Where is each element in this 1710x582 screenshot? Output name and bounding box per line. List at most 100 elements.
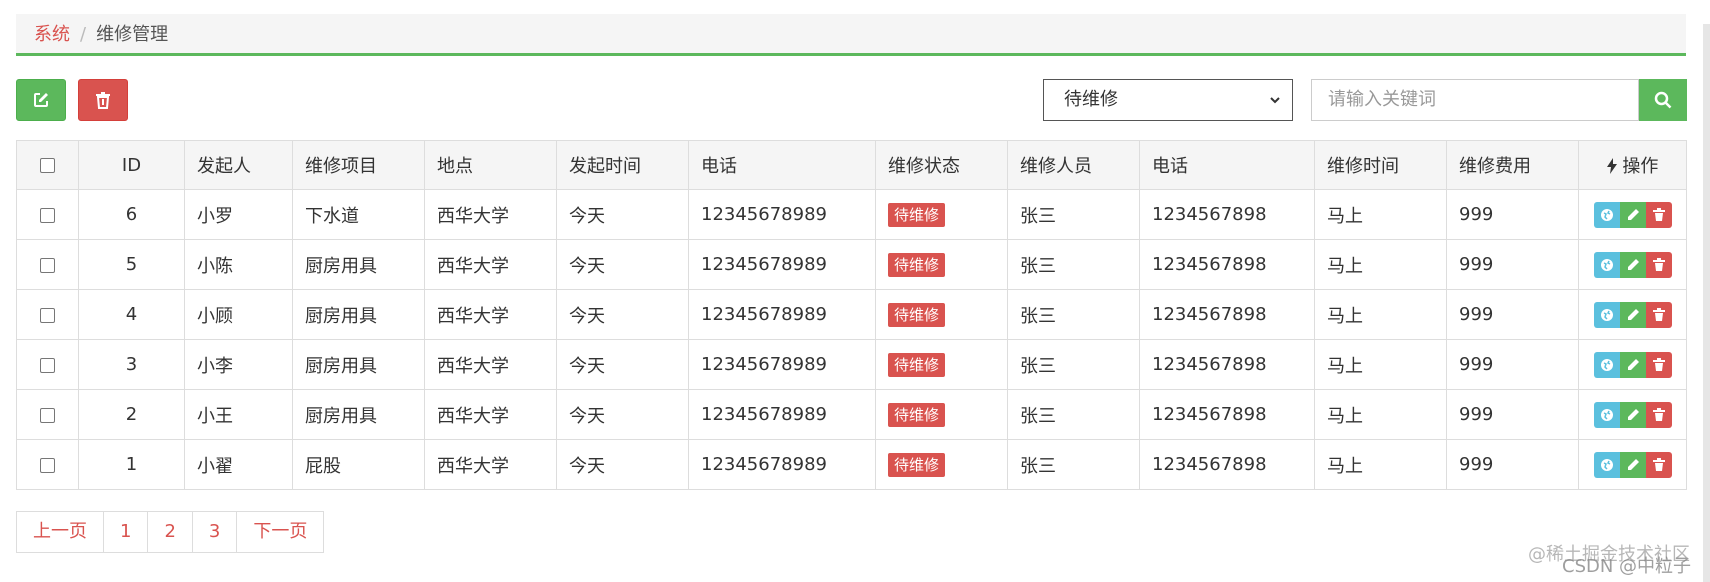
cell-cost: 999 <box>1446 189 1579 240</box>
select-all-checkbox[interactable] <box>40 158 55 173</box>
trash-icon <box>1652 257 1665 271</box>
row-checkbox[interactable] <box>40 307 55 323</box>
page-scrollbar[interactable] <box>1703 24 1710 582</box>
delete-button[interactable] <box>1645 451 1672 478</box>
cell-id: 1 <box>78 439 185 490</box>
cell-repair-time: 马上 <box>1314 289 1447 340</box>
status-filter-select[interactable]: 待维修 <box>1043 79 1293 121</box>
edit-button[interactable] <box>1619 351 1646 378</box>
view-button[interactable] <box>1593 451 1620 478</box>
cell-id: 3 <box>78 339 185 390</box>
delete-button[interactable] <box>1645 251 1672 278</box>
table-row: 3 小李 厨房用具 西华大学 今天 12345678989 待维修 张三 1234567898 马… <box>16 339 1687 390</box>
cell-phone: 12345678989 <box>688 439 876 490</box>
table-row: 6 小罗 下水道 西华大学 今天 12345678989 待维修 张三 1234567898 马上… <box>16 189 1687 240</box>
row-checkbox[interactable] <box>40 457 55 473</box>
cell-item: 厨房用具 <box>292 289 425 340</box>
next-page-link[interactable]: 下一页 <box>236 512 323 552</box>
header-cost: 维修费用 <box>1446 140 1579 190</box>
pencil-icon <box>1627 408 1639 420</box>
status-badge: 待维修 <box>888 452 946 477</box>
cell-phone: 12345678989 <box>688 289 876 340</box>
cell-cost: 999 <box>1446 289 1579 340</box>
cell-time: 今天 <box>556 389 689 440</box>
watermark-csdn: CSDN @中粒子 <box>1562 556 1692 577</box>
cell-time: 今天 <box>556 239 689 290</box>
cell-status: 待维修 <box>875 389 1008 440</box>
cell-initiator: 小罗 <box>184 189 293 240</box>
cell-status: 待维修 <box>875 289 1008 340</box>
trash-icon <box>96 92 110 109</box>
cell-initiator: 小李 <box>184 339 293 390</box>
cell-id: 6 <box>78 189 185 240</box>
edit-button[interactable] <box>1619 251 1646 278</box>
prev-page-link[interactable]: 上一页 <box>17 512 103 552</box>
cell-status: 待维修 <box>875 439 1008 490</box>
view-button[interactable] <box>1593 201 1620 228</box>
view-button[interactable] <box>1593 351 1620 378</box>
globe-icon <box>1600 208 1613 221</box>
cell-location: 西华大学 <box>424 389 557 440</box>
page-link-2[interactable]: 2 <box>147 512 191 552</box>
cell-phone: 12345678989 <box>688 339 876 390</box>
breadcrumb-separator: / <box>80 24 87 45</box>
delete-button[interactable] <box>1645 201 1672 228</box>
header-location: 地点 <box>424 140 557 190</box>
cell-item: 厨房用具 <box>292 339 425 390</box>
cell-location: 西华大学 <box>424 239 557 290</box>
header-worker-phone: 电话 <box>1139 140 1315 190</box>
delete-button[interactable] <box>1645 351 1672 378</box>
row-checkbox[interactable] <box>40 407 55 423</box>
search-input[interactable]: 请输入关键词 <box>1311 79 1639 121</box>
view-button[interactable] <box>1593 301 1620 328</box>
cell-item: 屁股 <box>292 439 425 490</box>
add-button[interactable] <box>16 79 66 121</box>
edit-button[interactable] <box>1619 401 1646 428</box>
cell-item: 下水道 <box>292 189 425 240</box>
row-checkbox[interactable] <box>40 357 55 373</box>
pagination: 上一页 1 2 3 下一页 <box>16 511 325 553</box>
cell-worker-phone: 1234567898 <box>1139 189 1315 240</box>
status-badge: 待维修 <box>888 302 946 327</box>
cell-status: 待维修 <box>875 239 1008 290</box>
breadcrumb-root-link[interactable]: 系统 <box>34 24 70 45</box>
batch-delete-button[interactable] <box>78 79 128 121</box>
globe-icon <box>1600 358 1613 371</box>
edit-button[interactable] <box>1619 301 1646 328</box>
cell-repair-time: 马上 <box>1314 189 1447 240</box>
header-worker: 维修人员 <box>1007 140 1140 190</box>
chevron-down-icon <box>1270 97 1280 104</box>
view-button[interactable] <box>1593 251 1620 278</box>
cell-initiator: 小王 <box>184 389 293 440</box>
cell-cost: 999 <box>1446 339 1579 390</box>
search-button[interactable] <box>1639 79 1687 121</box>
table-header-row: ID 发起人 维修项目 地点 发起时间 电话 维修状态 维修人员 电话 维修时间… <box>16 140 1687 190</box>
delete-button[interactable] <box>1645 401 1672 428</box>
row-checkbox[interactable] <box>40 207 55 223</box>
cell-actions <box>1578 289 1687 340</box>
header-actions-label: 操作 <box>1622 156 1659 177</box>
header-initiator: 发起人 <box>184 140 293 190</box>
cell-item: 厨房用具 <box>292 389 425 440</box>
cell-time: 今天 <box>556 339 689 390</box>
delete-button[interactable] <box>1645 301 1672 328</box>
row-select-cell <box>16 339 79 390</box>
edit-button[interactable] <box>1619 201 1646 228</box>
page-link-3[interactable]: 3 <box>191 512 236 552</box>
pencil-icon <box>1627 308 1639 320</box>
cell-actions <box>1578 339 1687 390</box>
cell-status: 待维修 <box>875 339 1008 390</box>
header-phone: 电话 <box>688 140 876 190</box>
row-select-cell <box>16 439 79 490</box>
cell-worker: 张三 <box>1007 339 1140 390</box>
page-link-1[interactable]: 1 <box>103 512 147 552</box>
row-checkbox[interactable] <box>40 257 55 273</box>
cell-worker: 张三 <box>1007 289 1140 340</box>
edit-button[interactable] <box>1619 451 1646 478</box>
search-icon <box>1654 91 1672 109</box>
header-status: 维修状态 <box>875 140 1008 190</box>
breadcrumb-current: 维修管理 <box>96 24 169 45</box>
view-button[interactable] <box>1593 401 1620 428</box>
cell-initiator: 小翟 <box>184 439 293 490</box>
status-badge: 待维修 <box>888 202 946 227</box>
